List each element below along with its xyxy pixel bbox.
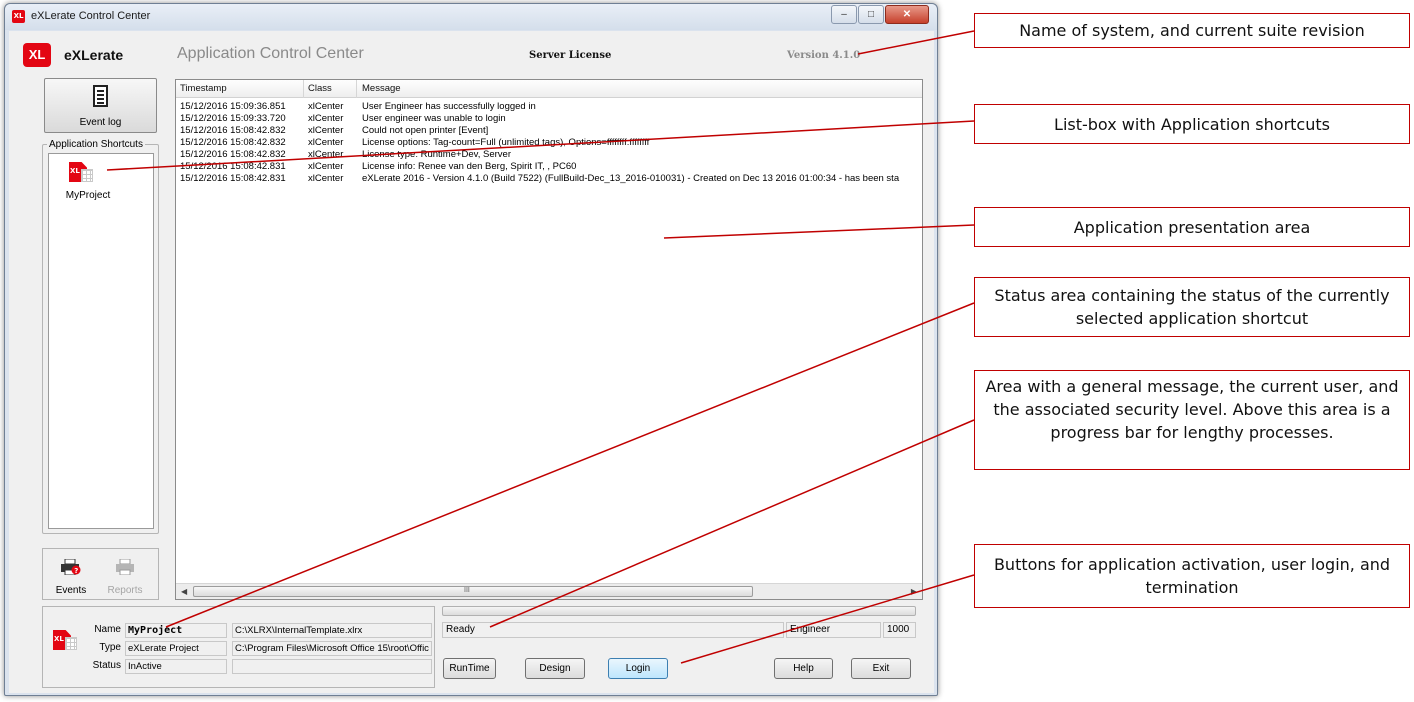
annotation-status-area: Status area containing the status of the… xyxy=(974,277,1410,337)
screenshot: XL eXLerate Control Center – □ ✕ XL eXLe… xyxy=(0,0,1414,702)
annotation-buttons: Buttons for application activation, user… xyxy=(974,544,1410,608)
annotation-presentation-area: Application presentation area xyxy=(974,207,1410,247)
annotation-shortcuts: List-box with Application shortcuts xyxy=(974,104,1410,144)
annotation-system-name: Name of system, and current suite revisi… xyxy=(974,13,1410,48)
annotation-message-area: Area with a general message, the current… xyxy=(974,370,1410,470)
